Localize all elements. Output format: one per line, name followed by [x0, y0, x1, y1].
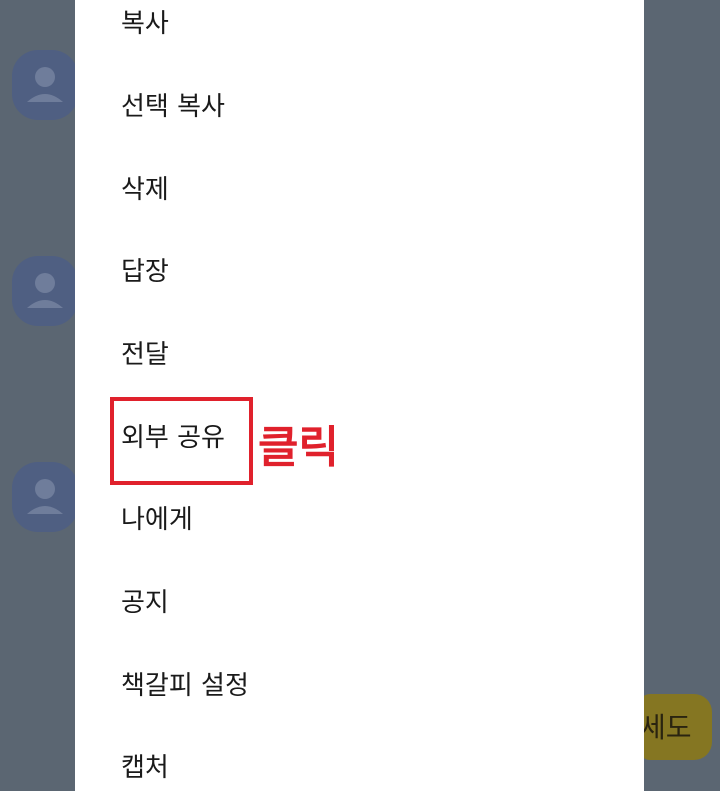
- menu-item-reply[interactable]: 답장: [121, 252, 169, 292]
- message-text: 세도: [640, 711, 692, 744]
- menu-item-forward[interactable]: 전달: [121, 335, 169, 375]
- menu-item-bookmark[interactable]: 책갈피 설정: [121, 666, 249, 706]
- menu-item-delete[interactable]: 삭제: [121, 170, 169, 210]
- person-icon: [27, 479, 63, 514]
- my-message-bubble: 세도: [640, 694, 712, 760]
- menu-item-to-me[interactable]: 나에게: [121, 500, 193, 540]
- person-icon: [27, 67, 63, 102]
- menu-item-select-copy[interactable]: 선택 복사: [121, 87, 225, 127]
- menu-item-copy[interactable]: 복사: [121, 4, 169, 44]
- menu-item-capture[interactable]: 캡처: [121, 748, 169, 788]
- person-icon: [27, 273, 63, 308]
- avatar: [12, 256, 78, 326]
- avatar: [12, 462, 78, 532]
- menu-item-notice[interactable]: 공지: [121, 583, 169, 623]
- avatar: [12, 50, 78, 120]
- message-context-menu: 복사 선택 복사 삭제 답장 전달 외부 공유 나에게 공지 책갈피 설정 캡처: [75, 0, 644, 791]
- highlight-box: [110, 397, 253, 485]
- click-annotation: 클릭: [258, 422, 339, 473]
